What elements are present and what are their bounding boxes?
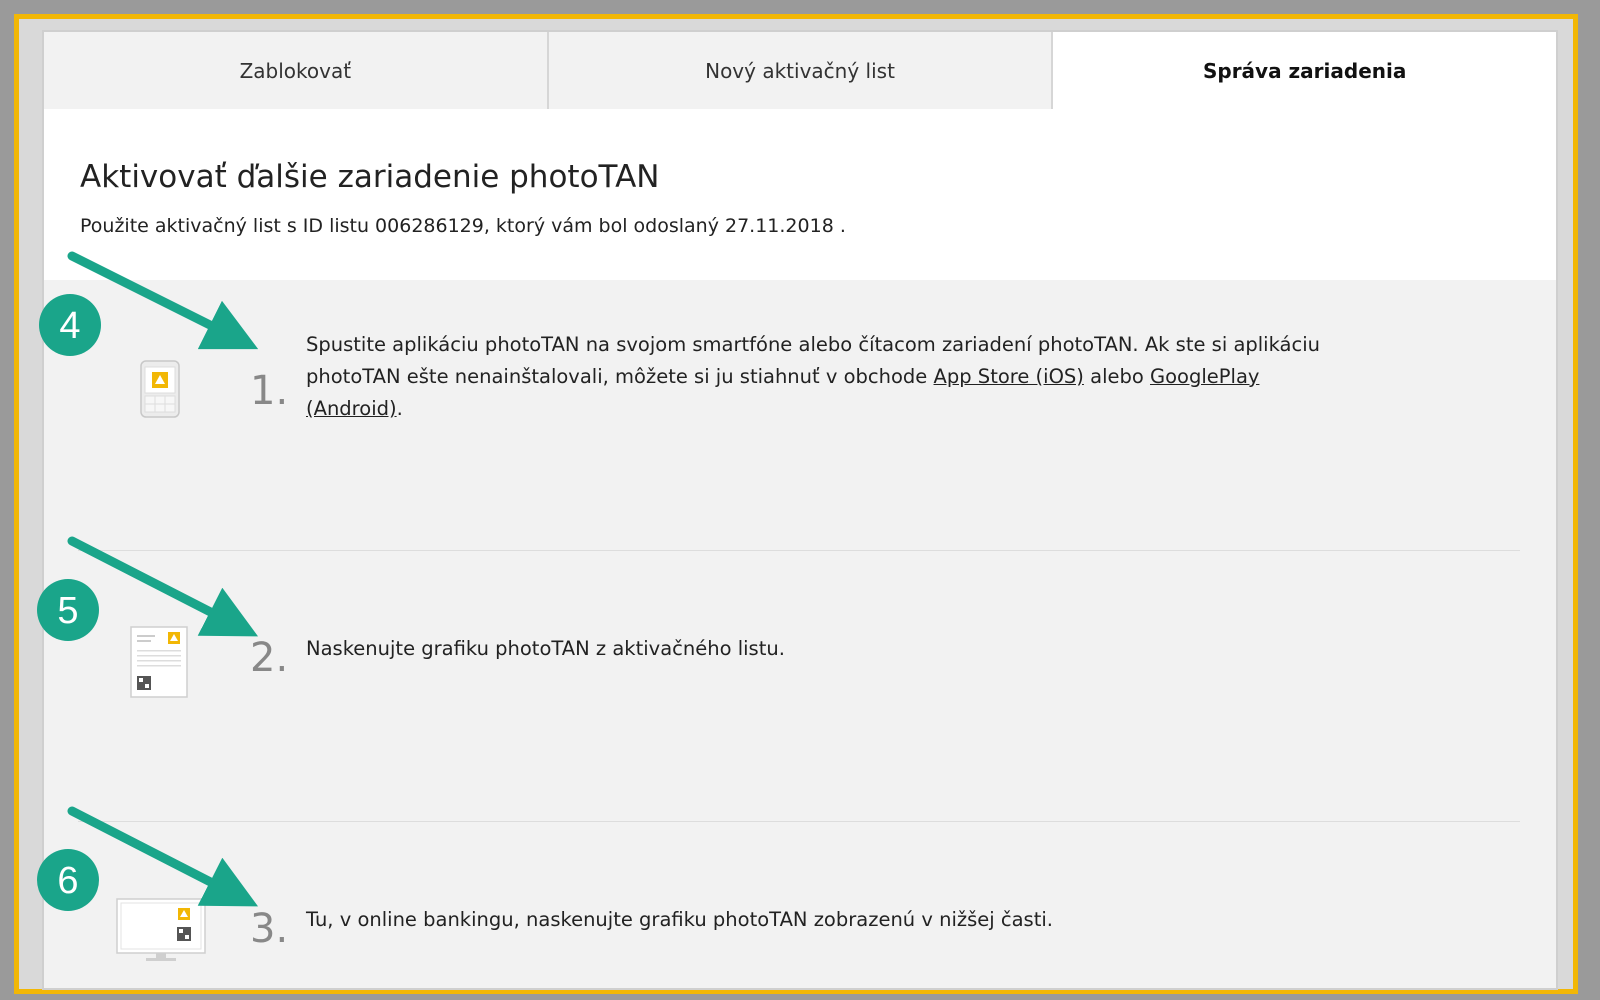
step-text-part: alebo (1083, 365, 1150, 388)
device-management-panel: Zablokovať Nový aktivačný list Správa za… (42, 30, 1558, 990)
step-text-part: . (396, 397, 403, 420)
step-text: Spustite aplikáciu photoTAN na svojom sm… (306, 329, 1346, 425)
step-number: 2. (250, 635, 289, 681)
tab-block[interactable]: Zablokovať (44, 32, 549, 109)
tab-device-management[interactable]: Správa zariadenia (1053, 32, 1556, 109)
page-title: Aktivovať ďalšie zariadenie photoTAN (80, 159, 660, 195)
page-header: Aktivovať ďalšie zariadenie photoTAN Pou… (44, 109, 1556, 269)
tab-bar: Zablokovať Nový aktivačný list Správa za… (44, 32, 1556, 109)
step-text: Tu, v online bankingu, naskenujte grafik… (306, 908, 1053, 931)
step-item: 2. Naskenujte grafiku photoTAN z aktivač… (44, 551, 1556, 821)
step-item: 1. Spustite aplikáciu photoTAN na svojom… (44, 280, 1556, 550)
app-store-link[interactable]: App Store (iOS) (934, 365, 1084, 388)
step-number: 3. (250, 906, 289, 952)
monitor-icon (116, 898, 206, 961)
step-number: 1. (250, 368, 289, 414)
steps-list: 1. Spustite aplikáciu photoTAN na svojom… (44, 280, 1556, 988)
activation-letter-icon (130, 626, 188, 698)
tab-new-activation-letter[interactable]: Nový aktivačný list (548, 32, 1054, 109)
smartphone-icon (140, 360, 180, 418)
step-text: Naskenujte grafiku photoTAN z aktivačnéh… (306, 637, 785, 660)
page-subtitle: Použite aktivačný list s ID listu 006286… (80, 215, 846, 237)
step-item: 3. Tu, v online bankingu, naskenujte gra… (44, 822, 1556, 988)
